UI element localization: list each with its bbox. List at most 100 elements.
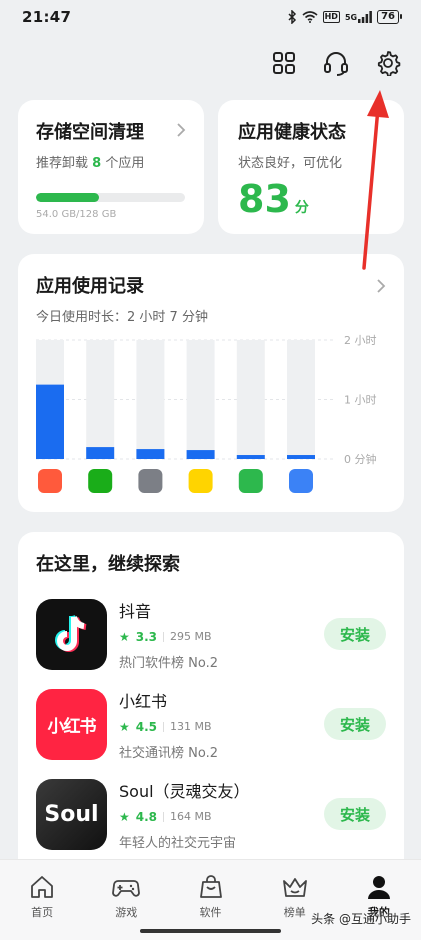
status-bar: 21:47 HD 5G 76 [0, 0, 421, 34]
crown-icon [282, 878, 307, 897]
app-name: Soul（灵魂交友） [119, 781, 250, 801]
app-info: Soul（灵魂交友） ★ 4.8 164 MB 年轻人的社交元宇宙 [119, 778, 324, 851]
hd-icon: HD [322, 11, 340, 23]
star-icon: ★ [119, 719, 130, 734]
bottom-nav: 首页 游戏 软件 榜单 我的 [0, 859, 421, 940]
app-desc: 年轻人的社交元宇宙 [119, 835, 237, 851]
home-indicator[interactable] [140, 929, 281, 933]
app-usage-card[interactable]: 应用使用记录 今日使用时长：2 小时 7 分钟 2 小时 1 小时 0 分钟 [18, 254, 404, 512]
nav-item-software[interactable]: 软件 [168, 860, 252, 940]
top-actions [269, 48, 403, 78]
nav-item-rankings[interactable]: 榜单 [253, 860, 337, 940]
wifi-icon [302, 11, 318, 23]
usage-bar [186, 450, 215, 459]
star-icon: ★ [119, 629, 130, 644]
storage-clean-card[interactable]: 存储空间清理 推荐卸载 8 个应用 54.0 GB/128 GB [18, 100, 204, 234]
app-size: 164 MB [170, 810, 212, 823]
nav-item-home[interactable]: 首页 [0, 860, 84, 940]
app-rating: 3.3 [135, 629, 158, 644]
list-item[interactable]: 小红书 小红书 ★ 4.5 131 MB 社交通讯榜 No.2 安装 [36, 684, 386, 764]
install-button[interactable]: 安装 [324, 798, 386, 830]
app-info: 抖音 ★ 3.3 295 MB 热门软件榜 No.2 [119, 598, 324, 671]
nav-label: 游戏 [115, 906, 138, 919]
app-meta: ★ 4.8 164 MB [119, 810, 324, 824]
customer-service-button[interactable] [321, 48, 351, 78]
nav-label: 首页 [31, 906, 54, 919]
star-icon: ★ [119, 809, 130, 824]
person-icon [367, 876, 390, 899]
douyin-icon [36, 598, 107, 670]
y-tick-label: 2 小时 [344, 334, 377, 347]
list-item[interactable]: 抖音 ★ 3.3 295 MB 热门软件榜 No.2 安装 [36, 594, 386, 674]
usage-bar [236, 455, 265, 459]
xiaohongshu-icon: 小红书 [36, 688, 107, 760]
wechat-icon [88, 469, 113, 493]
storage-subtitle-prefix: 推荐卸载 [36, 156, 89, 171]
app-meta: ★ 4.5 131 MB [119, 720, 324, 734]
usage-bar [36, 384, 64, 459]
bar-track [287, 340, 315, 459]
apps-grid-button[interactable] [269, 48, 299, 78]
settings-button[interactable] [373, 48, 403, 78]
divider [163, 631, 165, 642]
health-score-unit: 分 [294, 200, 309, 216]
list-item[interactable]: Soul Soul（灵魂交友） ★ 4.8 164 MB 年轻人的社交元宇宙 安… [36, 774, 386, 854]
health-title: 应用健康状态 [238, 122, 346, 143]
divider [163, 811, 165, 822]
chevron-right-icon [177, 123, 186, 137]
storage-progress-fill [36, 193, 99, 202]
battery-indicator: 76 [377, 10, 402, 24]
gamepad-icon [112, 880, 141, 897]
y-tick-label: 1 小时 [344, 394, 377, 407]
install-button[interactable]: 安装 [324, 618, 386, 650]
bluetooth-icon [287, 10, 297, 24]
app-name: 小红书 [119, 691, 168, 711]
bar-track [236, 340, 265, 459]
app-desc: 社交通讯榜 No.2 [119, 745, 218, 761]
bar-track [86, 340, 115, 459]
app-size: 131 MB [170, 720, 212, 733]
app-meta: ★ 3.3 295 MB [119, 630, 324, 644]
usage-bar [136, 449, 165, 459]
soul-icon: Soul [36, 778, 107, 850]
status-time: 21:47 [22, 8, 72, 26]
app-icon-1 [38, 469, 62, 493]
usage-bar [86, 447, 115, 459]
storage-progress-bar [36, 193, 185, 202]
app-rating: 4.5 [135, 719, 158, 734]
settings-app-icon [138, 469, 163, 493]
divider [163, 721, 165, 732]
storage-subtitle-suffix: 个应用 [105, 156, 145, 171]
nav-item-mine[interactable]: 我的 [337, 860, 421, 940]
health-score-value: 83 [238, 177, 291, 221]
gallery-icon [289, 469, 313, 493]
status-icons: HD 5G 76 [287, 10, 402, 24]
storage-subtitle: 推荐卸载 8 个应用 [36, 152, 186, 171]
explore-title: 在这里，继续探索 [36, 554, 180, 575]
bar-track [136, 340, 165, 459]
nav-label: 榜单 [283, 906, 306, 919]
app-size: 295 MB [170, 630, 212, 643]
nav-item-games[interactable]: 游戏 [84, 860, 168, 940]
nav-label: 软件 [199, 906, 222, 919]
headset-icon [324, 52, 348, 76]
storage-subtitle-count: 8 [92, 156, 102, 171]
app-name: 抖音 [119, 601, 152, 621]
app-rating: 4.8 [135, 809, 158, 824]
bag-icon [199, 875, 222, 898]
app-health-card[interactable]: 应用健康状态 状态良好，可优化 83 分 [218, 100, 404, 234]
home-icon [31, 876, 53, 898]
soul-logo-text: Soul [44, 801, 99, 827]
health-score: 83 分 [238, 177, 384, 221]
health-subtitle: 状态良好，可优化 [238, 156, 343, 171]
usage-bar [287, 455, 315, 459]
explore-card: 在这里，继续探索 抖音 ★ 3.3 295 MB 热门软件榜 No.2 安装 小… [18, 532, 404, 892]
app-icon-4 [188, 469, 213, 493]
watermark: 头条 @互通小助手 [311, 912, 411, 926]
grid-icon [273, 52, 295, 74]
install-button[interactable]: 安装 [324, 708, 386, 740]
bar-track [186, 340, 215, 459]
usage-bar-chart: 2 小时 1 小时 0 分钟 [36, 334, 377, 493]
storage-title: 存储空间清理 [36, 122, 144, 143]
app-desc: 热门软件榜 No.2 [119, 655, 218, 671]
